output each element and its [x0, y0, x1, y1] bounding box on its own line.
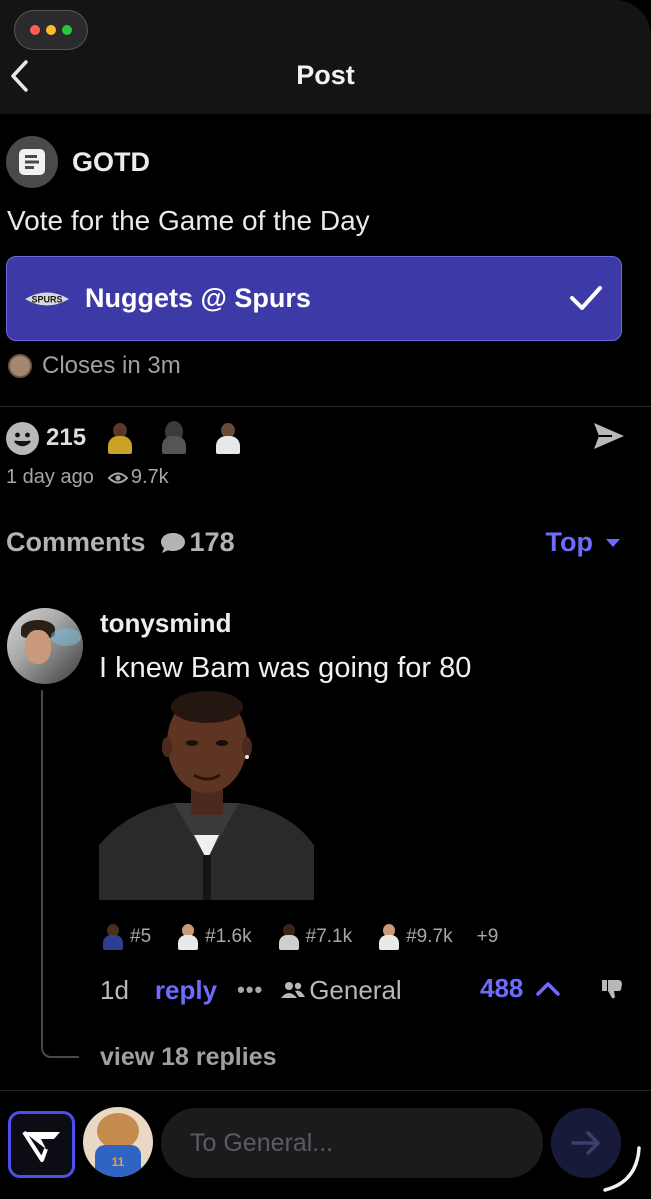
reactions-row: 215	[6, 420, 636, 456]
comments-header: Comments 178	[6, 527, 235, 558]
poll-option-label: Nuggets @ Spurs	[85, 283, 311, 313]
composer-bar: 11	[0, 1090, 651, 1199]
app-frame: Post GOTD Vote for the Game of the Day S…	[0, 0, 651, 1199]
spurs-logo-icon: SPURS	[23, 288, 71, 310]
chevron-up-icon	[536, 981, 561, 996]
comments-label: Comments	[6, 527, 146, 557]
thread-line	[41, 690, 79, 1058]
badge[interactable]: #1.6k	[175, 922, 252, 952]
comments-count: 178	[189, 527, 235, 557]
share-button[interactable]	[592, 420, 626, 457]
poll-question: Vote for the Game of the Day	[7, 205, 370, 236]
send-icon	[594, 423, 624, 449]
extra-badges[interactable]: +9	[477, 926, 499, 948]
people-icon	[281, 982, 306, 998]
more-options-button[interactable]: •••	[237, 977, 263, 1003]
document-icon	[19, 149, 45, 175]
reactor-avatar[interactable]	[104, 421, 136, 455]
dislike-button[interactable]	[600, 977, 624, 1008]
smiley-icon[interactable]	[6, 421, 39, 455]
message-input[interactable]	[190, 1128, 520, 1158]
reactor-avatar[interactable]	[158, 421, 190, 455]
comment-time: 1d	[100, 974, 129, 1005]
sort-dropdown[interactable]: Top	[546, 527, 621, 558]
checkmark-icon	[570, 286, 602, 310]
badge[interactable]: #7.1k	[276, 922, 352, 952]
window-controls[interactable]	[14, 10, 88, 50]
comment-image-picture	[99, 685, 314, 900]
message-composer[interactable]	[161, 1108, 543, 1178]
page-title: Post	[296, 60, 355, 90]
reaction-count[interactable]: 215	[46, 424, 86, 452]
badge[interactable]: #5	[100, 922, 151, 952]
user-badges: #5 #1.6k #7.1k #9.7k +9	[100, 922, 498, 952]
minimize-window-dot[interactable]	[46, 25, 56, 35]
caret-down-icon	[606, 538, 620, 547]
chat-bubble-icon	[160, 532, 185, 553]
corner-decoration	[603, 1146, 641, 1192]
reactor-avatar[interactable]	[212, 421, 244, 455]
jersey-number: 11	[111, 1155, 125, 1169]
channel-tag[interactable]: General	[281, 975, 402, 1006]
sort-label: Top	[545, 527, 593, 557]
divider	[0, 406, 651, 407]
close-window-dot[interactable]	[30, 25, 40, 35]
arrow-right-icon	[571, 1131, 600, 1155]
upvote-button[interactable]: 488	[480, 973, 561, 1004]
author-avatar	[6, 136, 58, 188]
view-count: 9.7k	[130, 466, 169, 488]
channel-name: General	[309, 974, 402, 1005]
closes-text: Closes in 3m	[42, 352, 181, 379]
my-avatar[interactable]: 11	[83, 1107, 153, 1177]
thumbs-down-icon	[602, 980, 622, 999]
post-meta: 1 day ago 9.7k	[6, 466, 169, 489]
timer-avatar-icon	[8, 354, 32, 378]
svg-text:SPURS: SPURS	[31, 294, 62, 304]
post-author[interactable]: GOTD	[6, 136, 150, 188]
comment-image[interactable]	[99, 685, 314, 900]
header: Post	[0, 0, 651, 114]
comment-username[interactable]: tonysmind	[100, 608, 231, 639]
comment-text: I knew Bam was going for 80	[99, 652, 472, 684]
comment-actions: 1d reply ••• General 488	[100, 973, 630, 1007]
zoom-window-dot[interactable]	[62, 25, 72, 35]
author-name: GOTD	[72, 146, 150, 177]
view-replies-link[interactable]: view 18 replies	[100, 1043, 277, 1072]
app-logo-icon	[21, 1130, 60, 1162]
vote-count: 488	[480, 973, 524, 1003]
poll-closes: Closes in 3m	[8, 352, 181, 380]
reply-button[interactable]: reply	[155, 975, 217, 1006]
post-time: 1 day ago	[6, 466, 94, 488]
eye-icon	[107, 472, 128, 483]
badge[interactable]: #9.7k	[376, 922, 453, 952]
commenter-avatar[interactable]	[7, 608, 83, 684]
poll-option-selected[interactable]: SPURS Nuggets @ Spurs	[6, 256, 622, 341]
app-logo-button[interactable]	[8, 1111, 75, 1178]
